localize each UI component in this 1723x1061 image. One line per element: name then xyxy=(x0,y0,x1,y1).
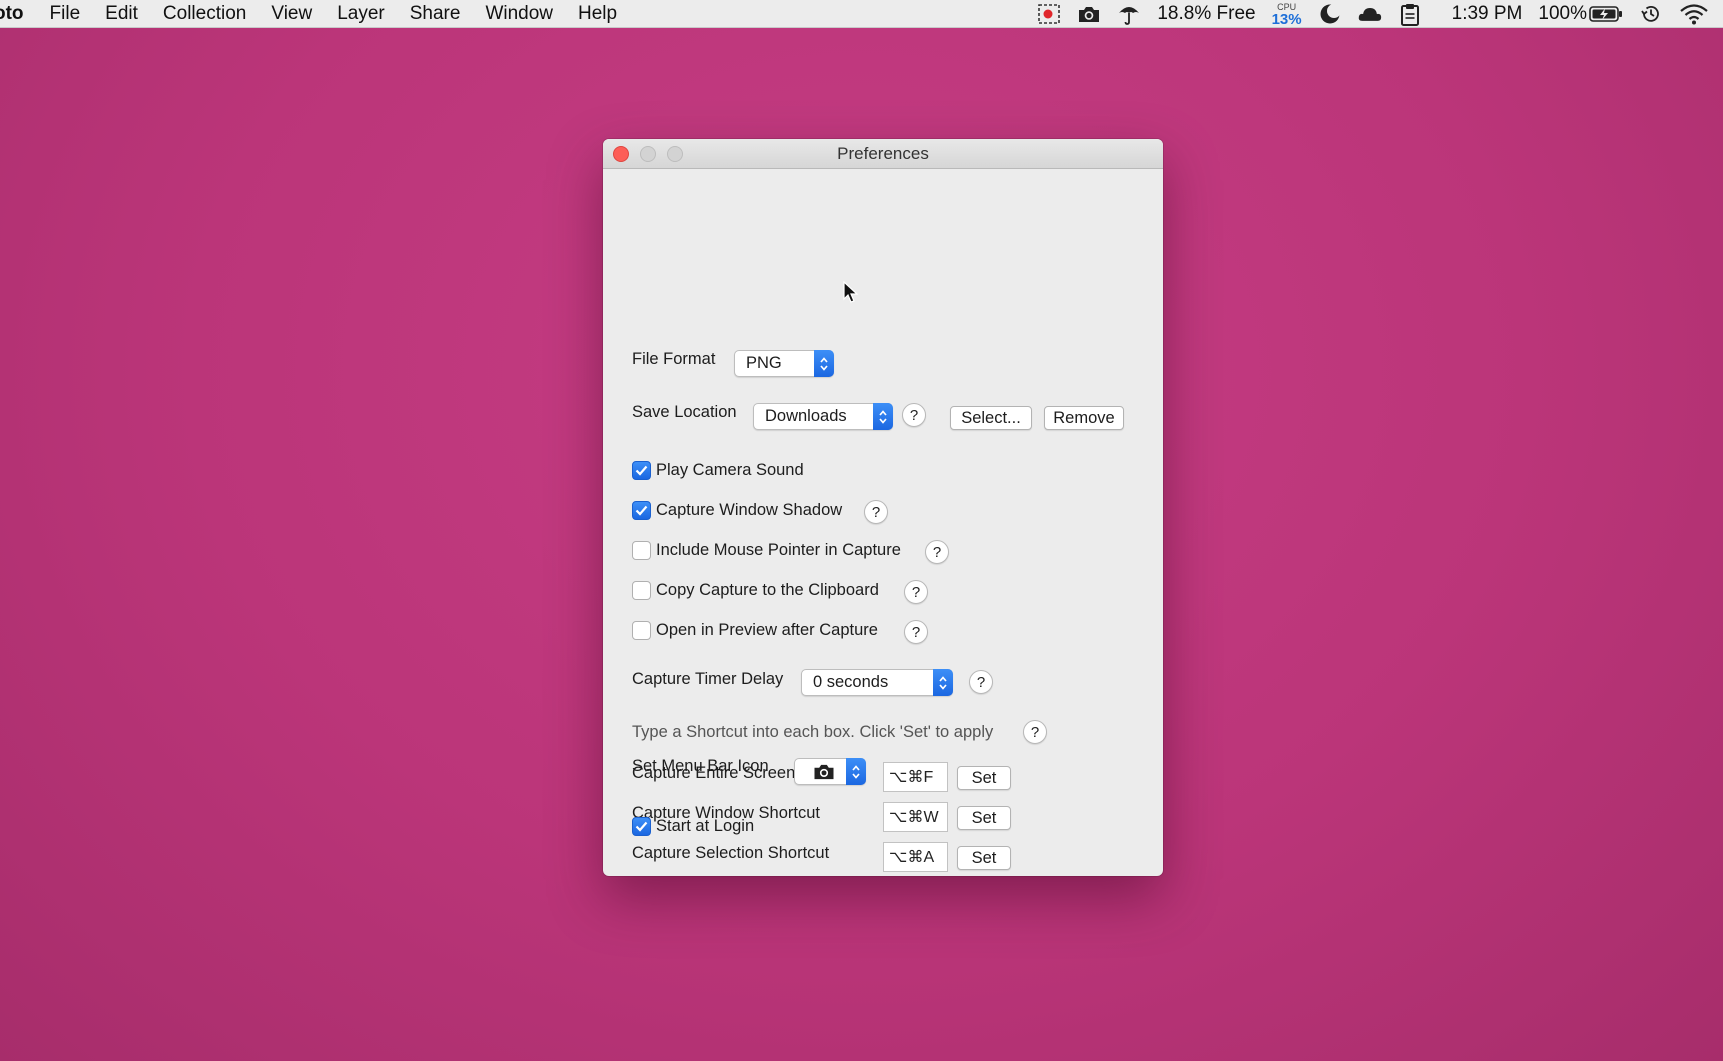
select-button[interactable]: Select... xyxy=(950,406,1032,430)
shortcut-label-selection: Capture Selection Shortcut xyxy=(632,844,830,862)
menu-layer[interactable]: Layer xyxy=(337,3,385,25)
menu-bar: oto File Edit Collection View Layer Shar… xyxy=(0,0,1723,28)
clipboard-icon[interactable] xyxy=(1398,2,1422,26)
minimize-button[interactable] xyxy=(640,146,656,162)
set-button-window[interactable]: Set xyxy=(957,806,1011,830)
camera-icon[interactable] xyxy=(1077,2,1101,26)
moon-icon[interactable] xyxy=(1318,2,1342,26)
capture-timer-help-button[interactable]: ? xyxy=(969,670,993,694)
option-include-mouse-pointer[interactable]: Include Mouse Pointer in Capture xyxy=(632,541,901,560)
time-machine-icon[interactable] xyxy=(1639,2,1663,26)
cloud-icon[interactable] xyxy=(1358,2,1382,26)
save-location-value: Downloads xyxy=(765,407,847,425)
option-label: Include Mouse Pointer in Capture xyxy=(656,541,901,559)
set-button-entire-screen[interactable]: Set xyxy=(957,766,1011,790)
umbrella-icon[interactable] xyxy=(1117,2,1141,26)
menu-share[interactable]: Share xyxy=(410,3,461,25)
option-label: Play Camera Sound xyxy=(656,461,804,479)
save-location-label: Save Location xyxy=(632,403,737,421)
shortcut-input-entire-screen[interactable]: ⌥⌘F xyxy=(883,762,948,792)
camera-icon xyxy=(814,764,833,780)
cpu-meter[interactable]: CPU 13% xyxy=(1271,2,1302,28)
save-location-help-button[interactable]: ? xyxy=(902,403,926,427)
memory-free-status[interactable]: 18.8% Free xyxy=(1157,3,1255,25)
menu-app-name[interactable]: oto xyxy=(0,3,24,25)
save-location-popup[interactable]: Downloads xyxy=(753,403,893,430)
option-label: Copy Capture to the Clipboard xyxy=(656,581,879,599)
capture-window-shadow-help-button[interactable]: ? xyxy=(864,500,888,524)
battery-icon xyxy=(1589,2,1623,26)
wifi-icon[interactable] xyxy=(1679,2,1709,26)
menu-file[interactable]: File xyxy=(50,3,81,25)
menu-bar-icon-value xyxy=(795,762,846,781)
checkbox[interactable] xyxy=(632,461,651,480)
clock[interactable]: 1:39 PM xyxy=(1452,3,1523,25)
checkbox[interactable] xyxy=(632,817,651,836)
option-capture-window-shadow[interactable]: Capture Window Shadow xyxy=(632,501,842,520)
file-format-value: PNG xyxy=(746,354,782,372)
option-label: Capture Window Shadow xyxy=(656,501,843,519)
zoom-button[interactable] xyxy=(667,146,683,162)
shortcut-instructions: Type a Shortcut into each box. Click 'Se… xyxy=(632,723,994,741)
checkbox[interactable] xyxy=(632,501,651,520)
file-format-label: File Format xyxy=(632,350,716,368)
window-titlebar[interactable]: Preferences xyxy=(603,139,1163,169)
menu-view[interactable]: View xyxy=(271,3,312,25)
option-copy-to-clipboard[interactable]: Copy Capture to the Clipboard xyxy=(632,581,879,600)
include-mouse-pointer-help-button[interactable]: ? xyxy=(925,540,949,564)
option-label: Start at Login xyxy=(656,817,755,835)
option-play-camera-sound[interactable]: Play Camera Sound xyxy=(632,461,804,480)
menu-edit[interactable]: Edit xyxy=(105,3,138,25)
capture-timer-popup[interactable]: 0 seconds xyxy=(801,669,953,696)
set-button-selection[interactable]: Set xyxy=(957,846,1011,870)
checkbox[interactable] xyxy=(632,541,651,560)
shortcut-input-window[interactable]: ⌥⌘W xyxy=(883,802,948,832)
option-open-in-preview[interactable]: Open in Preview after Capture xyxy=(632,621,878,640)
mouse-cursor-icon xyxy=(843,281,859,303)
menu-help[interactable]: Help xyxy=(578,3,617,25)
menu-bar-icon-popup[interactable] xyxy=(794,758,866,785)
popup-stepper-icon xyxy=(814,350,834,377)
file-format-popup[interactable]: PNG xyxy=(734,350,834,377)
popup-stepper-icon xyxy=(933,669,953,696)
open-in-preview-help-button[interactable]: ? xyxy=(904,620,928,644)
battery-status[interactable]: 100% xyxy=(1538,2,1623,26)
shortcut-help-button[interactable]: ? xyxy=(1023,720,1047,744)
window-title: Preferences xyxy=(837,143,929,163)
menu-window[interactable]: Window xyxy=(485,3,553,25)
close-button[interactable] xyxy=(613,146,629,162)
menu-bar-icon-label: Set Menu Bar Icon xyxy=(632,757,769,775)
checkbox[interactable] xyxy=(632,581,651,600)
checkbox[interactable] xyxy=(632,621,651,640)
option-label: Open in Preview after Capture xyxy=(656,621,878,639)
remove-button[interactable]: Remove xyxy=(1044,406,1124,430)
popup-stepper-icon xyxy=(873,403,893,430)
battery-percent: 100% xyxy=(1538,3,1587,24)
capture-timer-value: 0 seconds xyxy=(813,673,889,691)
window-controls xyxy=(613,146,683,162)
screen-record-icon[interactable] xyxy=(1037,2,1061,26)
shortcut-input-selection[interactable]: ⌥⌘A xyxy=(883,842,948,872)
menu-collection[interactable]: Collection xyxy=(163,3,246,25)
cpu-value: 13% xyxy=(1271,10,1302,28)
popup-stepper-icon xyxy=(846,758,866,785)
capture-timer-label: Capture Timer Delay xyxy=(632,670,784,688)
copy-to-clipboard-help-button[interactable]: ? xyxy=(904,580,928,604)
option-start-at-login[interactable]: Start at Login xyxy=(632,817,754,836)
